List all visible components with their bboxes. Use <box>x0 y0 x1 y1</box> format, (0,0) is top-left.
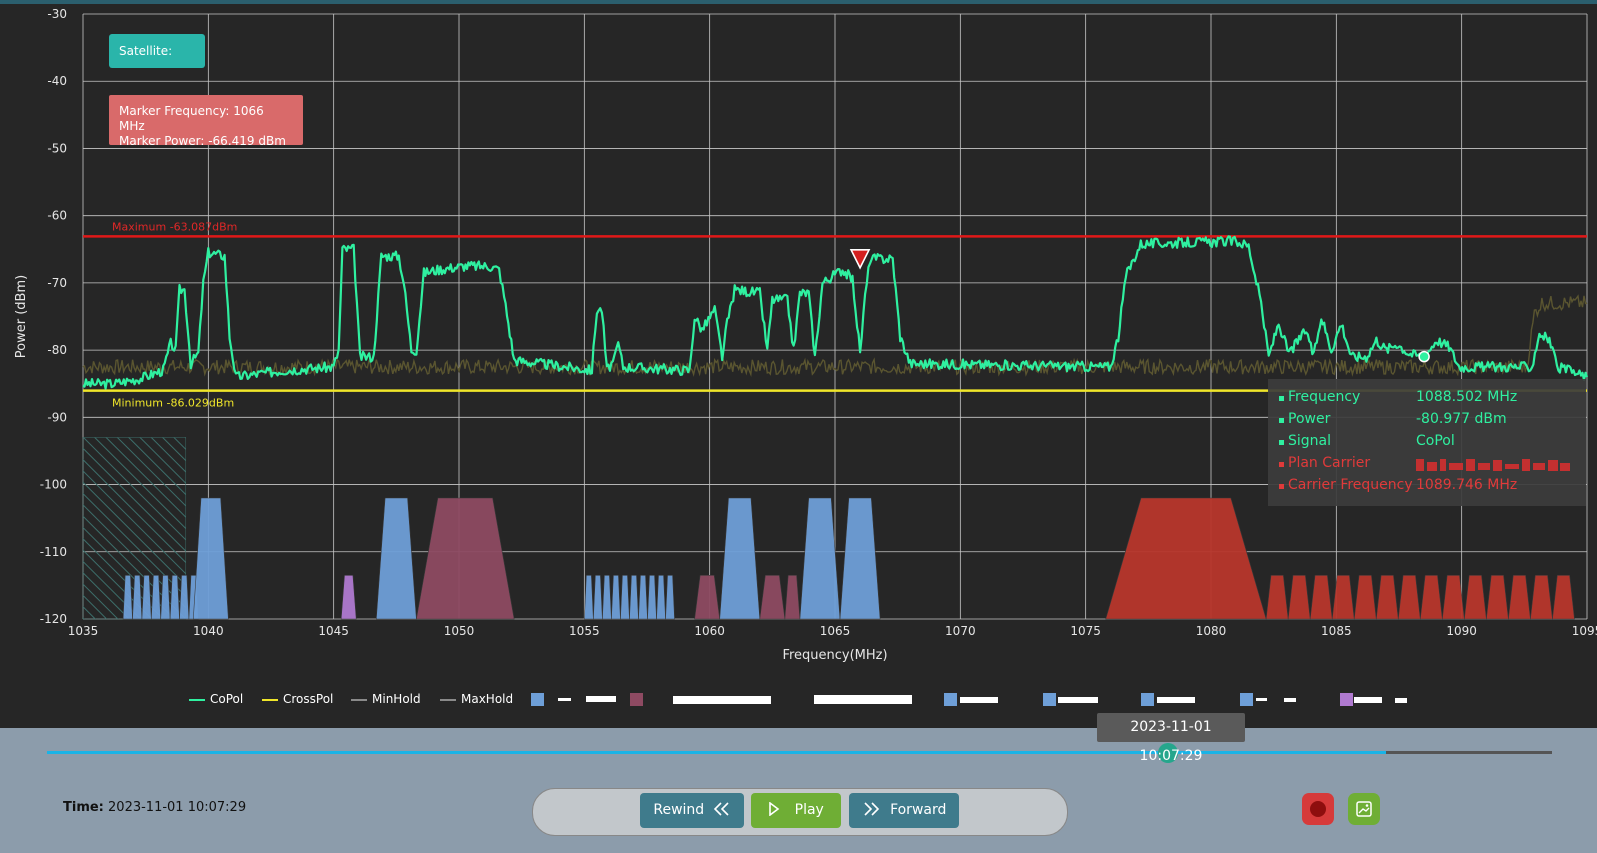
x-tick-label: 1075 <box>1070 624 1101 638</box>
legend-redacted-label <box>960 697 998 703</box>
minimum-label: Minimum -86.029dBm <box>112 397 234 410</box>
time-value: 2023-11-01 10:07:29 <box>108 800 247 815</box>
x-tick-label: 1085 <box>1321 624 1352 638</box>
timeline-slider[interactable] <box>47 751 1552 754</box>
hover-point <box>1418 350 1430 363</box>
tooltip-value: 1089.746 MHz <box>1416 477 1518 493</box>
legend-copol[interactable]: CoPol <box>189 692 243 706</box>
record-button[interactable] <box>1302 793 1334 825</box>
legend-maxhold[interactable]: MaxHold <box>440 692 513 706</box>
tooltip-value: CoPol <box>1416 433 1455 449</box>
rewind-icon <box>713 802 729 816</box>
y-tick-label: -120 <box>40 612 67 626</box>
rewind-button[interactable]: Rewind <box>640 793 744 828</box>
legend-carrier-purple-swatch[interactable] <box>1340 693 1353 706</box>
forward-label: Forward <box>890 802 947 818</box>
x-tick-label: 1040 <box>193 624 224 638</box>
y-tick-label: -30 <box>47 7 67 21</box>
redacted-carrier-name <box>1416 459 1570 471</box>
play-icon <box>769 801 780 817</box>
legend-minhold[interactable]: MinHold <box>351 692 421 706</box>
tooltip-key: Power <box>1288 411 1331 427</box>
legend-line-icon <box>351 698 367 701</box>
tooltip-key: Frequency <box>1288 389 1361 405</box>
tooltip-value: -80.977 dBm <box>1416 411 1507 427</box>
bullet-icon <box>1279 440 1284 445</box>
x-tick-label: 1080 <box>1196 624 1227 638</box>
x-tick-label: 1095 <box>1572 624 1597 638</box>
legend-carrier-blue-swatch[interactable] <box>944 693 957 706</box>
x-tick-label: 1045 <box>318 624 349 638</box>
legend-carrier-blue-swatch[interactable] <box>1240 693 1253 706</box>
legend-line-icon <box>189 698 205 701</box>
x-tick-label: 1060 <box>694 624 725 638</box>
tooltip-value: 1088.502 MHz <box>1416 389 1518 405</box>
marker-frequency: Marker Frequency: 1066 MHz <box>119 104 264 133</box>
legend-carrier-blue-swatch[interactable] <box>1141 693 1154 706</box>
tooltip-key: Signal <box>1288 433 1332 449</box>
legend-redacted-label <box>1395 698 1407 703</box>
forward-button[interactable]: Forward <box>849 793 959 828</box>
legend-carrier-blue-swatch[interactable] <box>531 693 544 706</box>
play-label: Play <box>794 802 824 818</box>
x-tick-label: 1090 <box>1446 624 1477 638</box>
legend-redacted-label <box>673 696 771 704</box>
legend-label: CoPol <box>210 692 244 706</box>
marker-info-box: Marker Frequency: 1066 MHz Marker Power:… <box>109 95 303 148</box>
legend-crosspol[interactable]: CrossPol <box>262 692 333 706</box>
y-tick-label: -40 <box>47 74 67 88</box>
bullet-icon <box>1279 396 1284 401</box>
tooltip-key: Plan Carrier <box>1288 455 1371 471</box>
legend-label: CrossPol <box>283 692 334 706</box>
legend-redacted-label <box>814 695 912 704</box>
x-tick-label: 1055 <box>569 624 600 638</box>
bullet-icon <box>1279 418 1284 423</box>
x-tick-label: 1050 <box>444 624 475 638</box>
hover-tooltip: Frequency 1088.502 MHz Power -80.977 dBm… <box>1268 379 1586 506</box>
bullet-icon <box>1279 484 1284 489</box>
legend-redacted-label <box>586 696 616 702</box>
current-time: Time: 2023-11-01 10:07:29 <box>63 800 246 815</box>
legend-redacted-label <box>1058 697 1098 703</box>
legend-label: MaxHold <box>461 692 514 706</box>
timeline-time-bubble: 2023-11-01 10:07:29 <box>1097 713 1245 764</box>
x-tick-label: 1065 <box>820 624 851 638</box>
x-tick-label: 1070 <box>945 624 976 638</box>
y-tick-label: -80 <box>47 343 67 357</box>
legend-redacted-label <box>1284 698 1296 702</box>
y-tick-label: -110 <box>40 545 67 559</box>
legend-redacted-label <box>1354 697 1382 703</box>
legend-carrier-maroon-swatch[interactable] <box>630 693 643 706</box>
legend-redacted-label <box>1256 698 1267 701</box>
record-icon <box>1310 801 1326 817</box>
tooltip-key: Carrier Frequency <box>1288 477 1413 493</box>
legend-redacted-label <box>1157 697 1195 703</box>
legend-redacted-label <box>558 698 571 701</box>
maximum-label: Maximum -63.087dBm <box>112 220 237 233</box>
bullet-icon <box>1279 462 1284 467</box>
rewind-label: Rewind <box>653 802 705 818</box>
y-axis-label: Power (dBm) <box>14 275 29 358</box>
legend-line-icon <box>440 698 456 701</box>
marker-power: Marker Power: -66.419 dBm <box>119 134 286 148</box>
time-label: Time: <box>63 800 104 815</box>
forward-icon <box>864 802 879 816</box>
y-tick-label: -100 <box>40 478 67 492</box>
y-tick-label: -50 <box>47 141 67 155</box>
play-button[interactable]: Play <box>751 793 841 828</box>
snapshot-button[interactable] <box>1348 793 1380 825</box>
legend-carrier-blue-swatch[interactable] <box>1043 693 1056 706</box>
legend-line-icon <box>262 698 278 701</box>
x-tick-label: 1035 <box>68 624 99 638</box>
y-tick-label: -60 <box>47 209 67 223</box>
x-axis-label: Frequency(MHz) <box>782 648 887 663</box>
satellite-label: Satellite: <box>109 34 205 68</box>
y-tick-label: -90 <box>47 410 67 424</box>
y-tick-label: -70 <box>47 276 67 290</box>
legend-label: MinHold <box>372 692 421 706</box>
image-icon <box>1356 801 1372 817</box>
